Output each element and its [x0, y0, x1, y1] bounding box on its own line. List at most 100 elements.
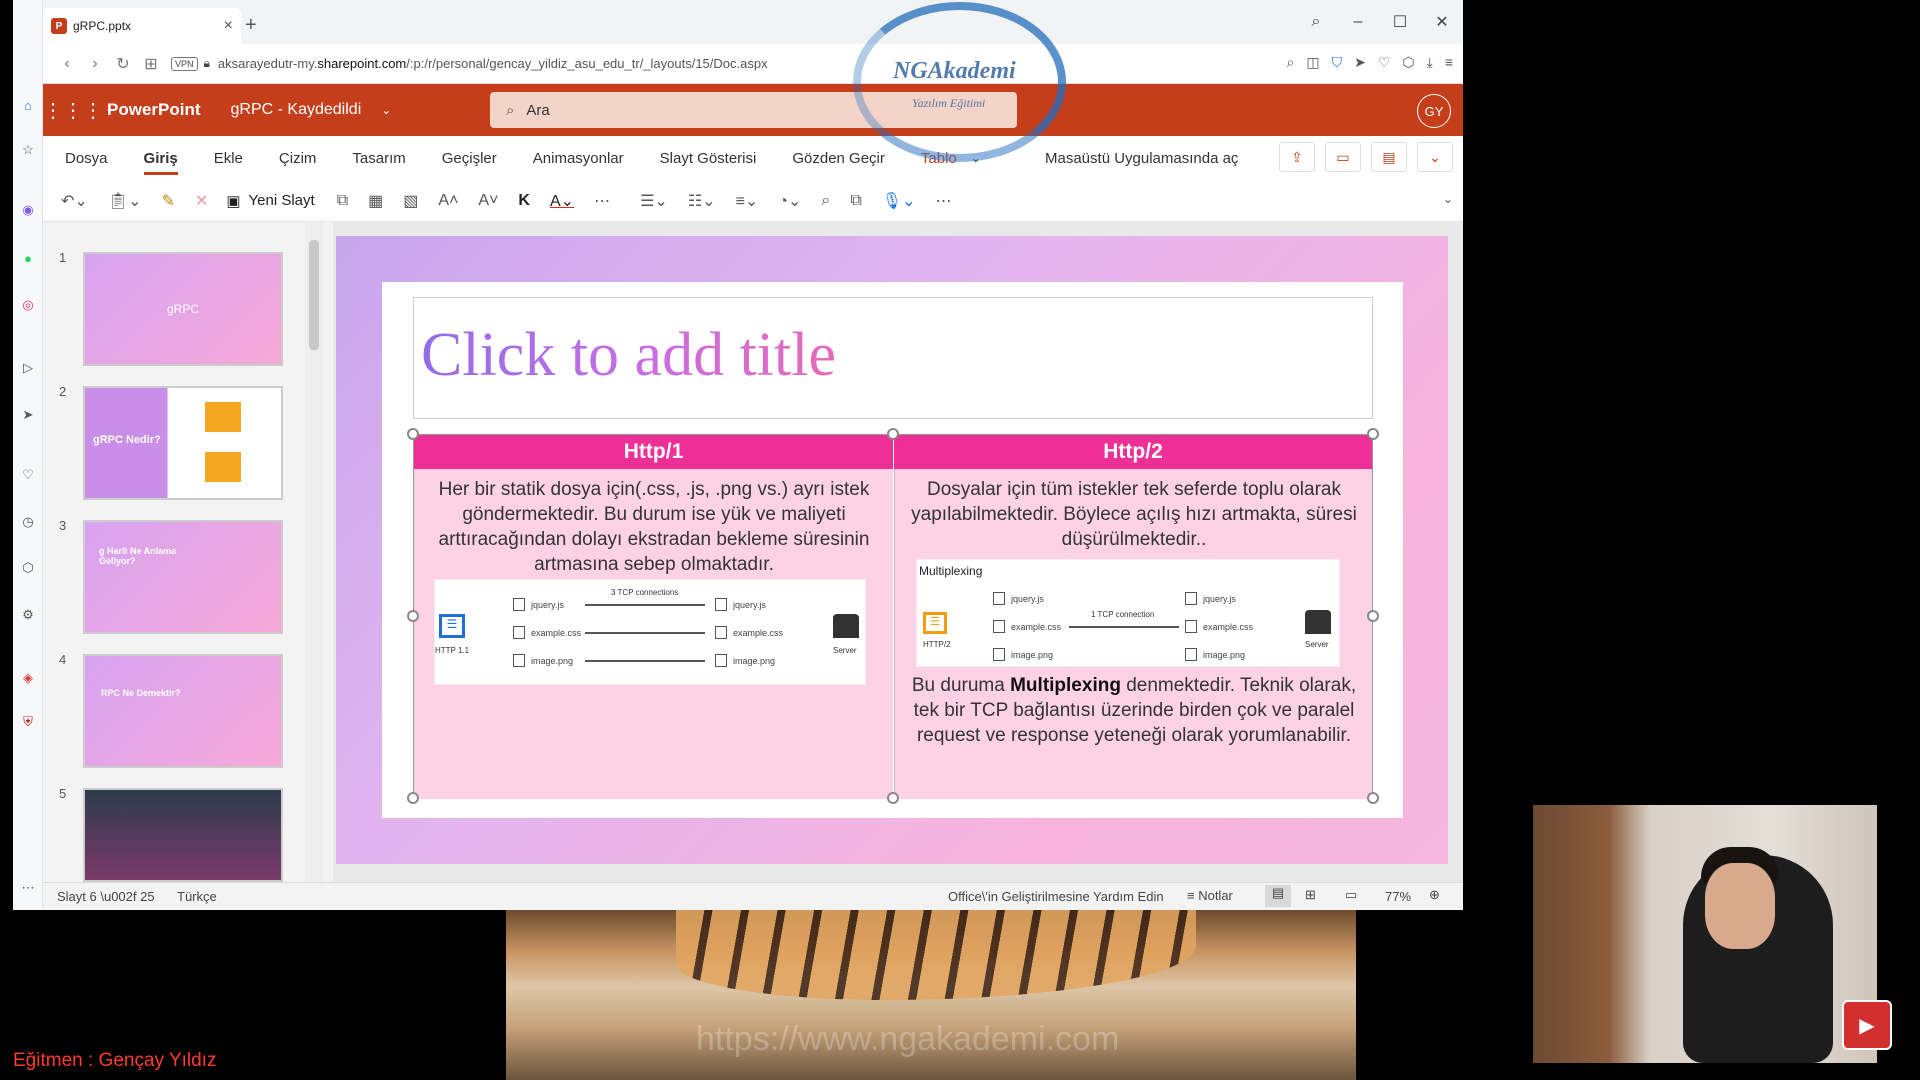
more-font-icon[interactable]: ⋯ [594, 191, 610, 211]
bullets-icon[interactable]: ☰⌄ [640, 191, 668, 211]
player-icon[interactable]: ▷ [18, 358, 38, 378]
reuse-slides-icon[interactable]: ⧉ [337, 192, 348, 210]
back-icon[interactable]: ‹ [53, 55, 81, 73]
more-options-icon[interactable]: ⋯ [936, 191, 952, 211]
find-icon[interactable]: ⌕ [821, 192, 830, 210]
dictate-icon[interactable]: 🎙︎⌄ [882, 191, 916, 211]
notes-button[interactable]: ≡ Notlar [1187, 888, 1233, 903]
slide-thumbnail-4[interactable]: RPC Ne Demektir? [83, 654, 283, 768]
camera-icon[interactable]: ◫ [1306, 54, 1319, 71]
send-icon[interactable]: ➤ [18, 405, 38, 425]
box-icon[interactable]: ⬡ [18, 558, 38, 578]
shield-icon[interactable]: ⛨ [18, 712, 38, 732]
table-header-http2[interactable]: Http/2 [894, 435, 1372, 469]
slide-thumbnail-5[interactable] [83, 788, 283, 882]
collapse-ribbon-icon[interactable]: ⌄ [1443, 192, 1453, 206]
language[interactable]: Türkçe [177, 889, 217, 904]
picture-icon[interactable]: ▧ [403, 191, 418, 211]
table-header-http1[interactable]: Http/1 [414, 435, 893, 469]
slide-thumbnail-3[interactable]: g Harfi Ne Anlama Geliyor? [83, 520, 283, 634]
more-icon[interactable]: ⋯ [18, 878, 38, 898]
close-tab-icon[interactable]: × [224, 17, 233, 35]
menu-icon[interactable]: ≡ [1445, 54, 1453, 71]
instagram-icon[interactable]: ◎ [18, 295, 38, 315]
grow-font-icon[interactable]: A˄ [438, 192, 458, 210]
bookmark-heart-icon[interactable]: ♡ [1378, 54, 1391, 71]
reading-view-icon[interactable]: ▭ [1345, 887, 1357, 903]
reload-icon[interactable]: ↻ [109, 54, 137, 74]
minimize-icon[interactable]: – [1337, 13, 1379, 31]
speed-dial-icon[interactable]: ⊞ [137, 54, 165, 74]
shapes-icon[interactable]: ◔⌄ [778, 191, 801, 211]
resize-handle[interactable] [407, 792, 419, 804]
tab-giris[interactable]: Giriş [143, 150, 178, 175]
download-icon[interactable]: ⤓ [1427, 54, 1433, 71]
normal-view-icon[interactable]: ▤ [1265, 885, 1291, 907]
layout-icon[interactable]: ▦ [368, 191, 383, 211]
app-launcher-icon[interactable]: ⋮⋮⋮ [43, 98, 103, 123]
vpn-badge[interactable]: VPN [171, 56, 198, 71]
numbering-icon[interactable]: ☷⌄ [688, 191, 716, 211]
url-field[interactable]: aksarayedutr-my.sharepoint.com/:p:/r/per… [218, 56, 768, 71]
tab-gecisler[interactable]: Geçişler [442, 150, 497, 167]
pin-icon[interactable]: ◈ [18, 668, 38, 688]
scrollbar-thumb[interactable] [309, 240, 319, 350]
history-icon[interactable]: ◷ [18, 512, 38, 532]
forward-icon[interactable]: › [81, 55, 109, 73]
close-window-icon[interactable]: ✕ [1421, 12, 1463, 32]
tab-slayt-gosterisi[interactable]: Slayt Gösterisi [660, 150, 757, 167]
home-icon[interactable]: ⌂ [18, 95, 38, 115]
avatar[interactable]: GY [1417, 94, 1451, 128]
designer-icon[interactable]: ⧉ [850, 192, 861, 210]
font-color-icon[interactable]: A⌄ [550, 191, 574, 211]
search-tabs-icon[interactable]: ⌕ [1295, 13, 1337, 31]
resize-handle[interactable] [1367, 610, 1379, 622]
whatsapp-icon[interactable]: ● [18, 248, 38, 268]
resize-handle[interactable] [407, 610, 419, 622]
document-name[interactable]: gRPC - Kaydedildi [231, 101, 362, 119]
present-icon[interactable]: ▤ [1371, 142, 1407, 172]
slide-thumbnail-2[interactable]: gRPC Nedir? [83, 386, 283, 500]
tab-ekle[interactable]: Ekle [214, 150, 243, 167]
undo-icon[interactable]: ↶⌄ [61, 191, 88, 211]
tab-cizim[interactable]: Çizim [279, 150, 317, 167]
http2-description[interactable]: Dosyalar için tüm istekler tek seferde t… [904, 477, 1364, 552]
align-icon[interactable]: ≡⌄ [736, 191, 759, 211]
present-chevron-icon[interactable]: ⌄ [1417, 142, 1453, 172]
multiplexing-description[interactable]: Bu duruma Multiplexing denmektedir. Tekn… [904, 673, 1364, 748]
open-desktop-app-button[interactable]: Masaüstü Uygulamasında aç [1045, 150, 1238, 167]
slide-thumbnail-1[interactable]: gRPC [83, 252, 283, 366]
tab-dosya[interactable]: Dosya [65, 150, 108, 167]
sorter-view-icon[interactable]: ⊞ [1305, 887, 1316, 903]
star-icon[interactable]: ☆ [18, 140, 38, 160]
share-button-icon[interactable]: ⇪ [1279, 142, 1315, 172]
thumbnail-scrollbar[interactable] [305, 222, 323, 882]
slide-title[interactable]: Click to add title [421, 320, 836, 391]
shrink-font-icon[interactable]: A˅ [478, 192, 498, 210]
app-name[interactable]: PowerPoint [107, 100, 201, 120]
resize-handle[interactable] [887, 428, 899, 440]
http1-description[interactable]: Her bir statik dosya için(.css, .js, .pn… [424, 477, 884, 577]
zoom-level[interactable]: 77% [1385, 889, 1411, 904]
tab-gozden-gecir[interactable]: Gözden Geçir [792, 150, 885, 167]
maximize-icon[interactable]: ☐ [1379, 12, 1421, 32]
slide-table[interactable]: Http/1 Http/2 Her bir statik dosya için(… [407, 428, 1379, 804]
messenger-icon[interactable]: ◉ [18, 200, 38, 220]
youtube-play-icon[interactable]: ▶ [1842, 1000, 1892, 1050]
resize-handle[interactable] [1367, 792, 1379, 804]
adblock-icon[interactable]: ⛉ [1332, 54, 1343, 71]
bold-icon[interactable]: K [518, 192, 530, 210]
fit-slide-icon[interactable]: ⊕ [1429, 887, 1440, 903]
new-slide-button[interactable]: ▣ Yeni Slayt [226, 192, 314, 210]
chevron-down-icon[interactable]: ⌄ [381, 103, 391, 117]
comments-icon[interactable]: ▭ [1325, 142, 1361, 172]
active-tab[interactable]: P gRPC.pptx × [43, 8, 241, 44]
paste-icon[interactable]: 📋︎⌄ [108, 191, 142, 211]
heart-icon[interactable]: ♡ [18, 465, 38, 485]
new-tab-icon[interactable]: + [245, 14, 257, 37]
resize-handle[interactable] [887, 792, 899, 804]
zoom-icon[interactable]: ⌕ [1287, 54, 1295, 71]
feedback-link[interactable]: Office\'in Geliştirilmesine Yardım Edin [948, 889, 1164, 904]
settings-icon[interactable]: ⚙ [18, 605, 38, 625]
tab-animasyonlar[interactable]: Animasyonlar [533, 150, 624, 167]
